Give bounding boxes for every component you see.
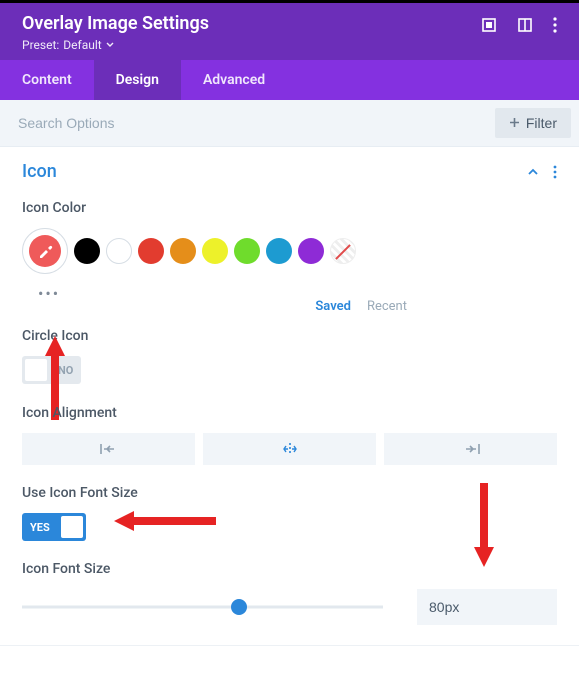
label-icon-alignment: Icon Alignment xyxy=(22,405,557,421)
align-center-icon xyxy=(281,442,299,456)
filter-button[interactable]: Filter xyxy=(495,108,571,138)
font-size-slider[interactable] xyxy=(22,598,383,616)
field-icon-font-size: Icon Font Size xyxy=(22,561,557,625)
preset-dropdown[interactable]: Preset: Default xyxy=(22,38,209,52)
swatch-black[interactable] xyxy=(74,238,100,264)
swatch-orange[interactable] xyxy=(170,238,196,264)
slider-track xyxy=(22,606,383,609)
tab-advanced[interactable]: Advanced xyxy=(181,60,287,100)
field-circle-icon: Circle Icon NO xyxy=(22,328,557,385)
field-use-icon-font-size: Use Icon Font Size YES xyxy=(22,485,557,541)
toggle-use-icon-font-size[interactable]: YES xyxy=(22,513,86,541)
label-icon-font-size: Icon Font Size xyxy=(22,561,557,577)
swatch-transparent[interactable] xyxy=(330,238,356,264)
slider-thumb[interactable] xyxy=(231,599,247,615)
label-icon-color: Icon Color xyxy=(22,200,557,216)
tab-content[interactable]: Content xyxy=(0,60,94,100)
snap-icon[interactable] xyxy=(517,17,533,33)
swatch-purple[interactable] xyxy=(298,238,324,264)
saved-colors-tab[interactable]: Saved xyxy=(315,299,351,314)
eyedropper-icon xyxy=(36,242,54,260)
annotation-arrow-left xyxy=(108,507,218,535)
field-icon-color: Icon Color ••• Saved Recent xyxy=(22,200,557,314)
align-right-button[interactable] xyxy=(384,433,557,465)
align-right-icon xyxy=(462,443,480,455)
align-left-icon xyxy=(100,443,118,455)
section-title-icon: Icon xyxy=(22,161,57,182)
plus-icon xyxy=(509,115,520,131)
section-more-icon[interactable] xyxy=(553,165,557,179)
more-vert-icon[interactable] xyxy=(553,17,557,33)
toggle-knob xyxy=(25,359,47,381)
tab-design[interactable]: Design xyxy=(94,60,181,100)
responsive-preview-icon[interactable] xyxy=(481,17,497,33)
swatch-red[interactable] xyxy=(138,238,164,264)
search-input[interactable] xyxy=(14,109,495,137)
label-circle-icon: Circle Icon xyxy=(22,328,557,344)
filter-label: Filter xyxy=(526,115,557,131)
recent-colors-tab[interactable]: Recent xyxy=(367,299,407,314)
collapse-icon[interactable] xyxy=(527,166,539,178)
section-divider xyxy=(0,645,579,646)
swatch-yellow[interactable] xyxy=(202,238,228,264)
font-size-input[interactable] xyxy=(417,589,557,625)
settings-tabs: Content Design Advanced xyxy=(0,60,579,100)
toggle-off-label: NO xyxy=(50,364,81,377)
swatch-white[interactable] xyxy=(106,238,132,264)
align-center-button[interactable] xyxy=(203,433,376,465)
align-left-button[interactable] xyxy=(22,433,195,465)
preset-value: Default xyxy=(63,38,101,52)
search-bar: Filter xyxy=(0,100,579,147)
caret-down-icon xyxy=(106,38,114,52)
toggle-knob xyxy=(61,516,83,538)
preset-prefix: Preset: xyxy=(22,38,59,52)
field-icon-alignment: Icon Alignment xyxy=(22,405,557,465)
modal-header: Overlay Image Settings Preset: Default xyxy=(0,3,579,60)
toggle-on-label: YES xyxy=(22,521,58,534)
toggle-circle-icon[interactable]: NO xyxy=(22,356,81,384)
design-panel: Icon Icon Color xyxy=(0,147,579,646)
label-use-icon-font-size: Use Icon Font Size xyxy=(22,485,557,501)
swatch-green[interactable] xyxy=(234,238,260,264)
swatch-blue[interactable] xyxy=(266,238,292,264)
modal-title: Overlay Image Settings xyxy=(22,13,209,34)
color-picker-button[interactable] xyxy=(22,228,68,274)
